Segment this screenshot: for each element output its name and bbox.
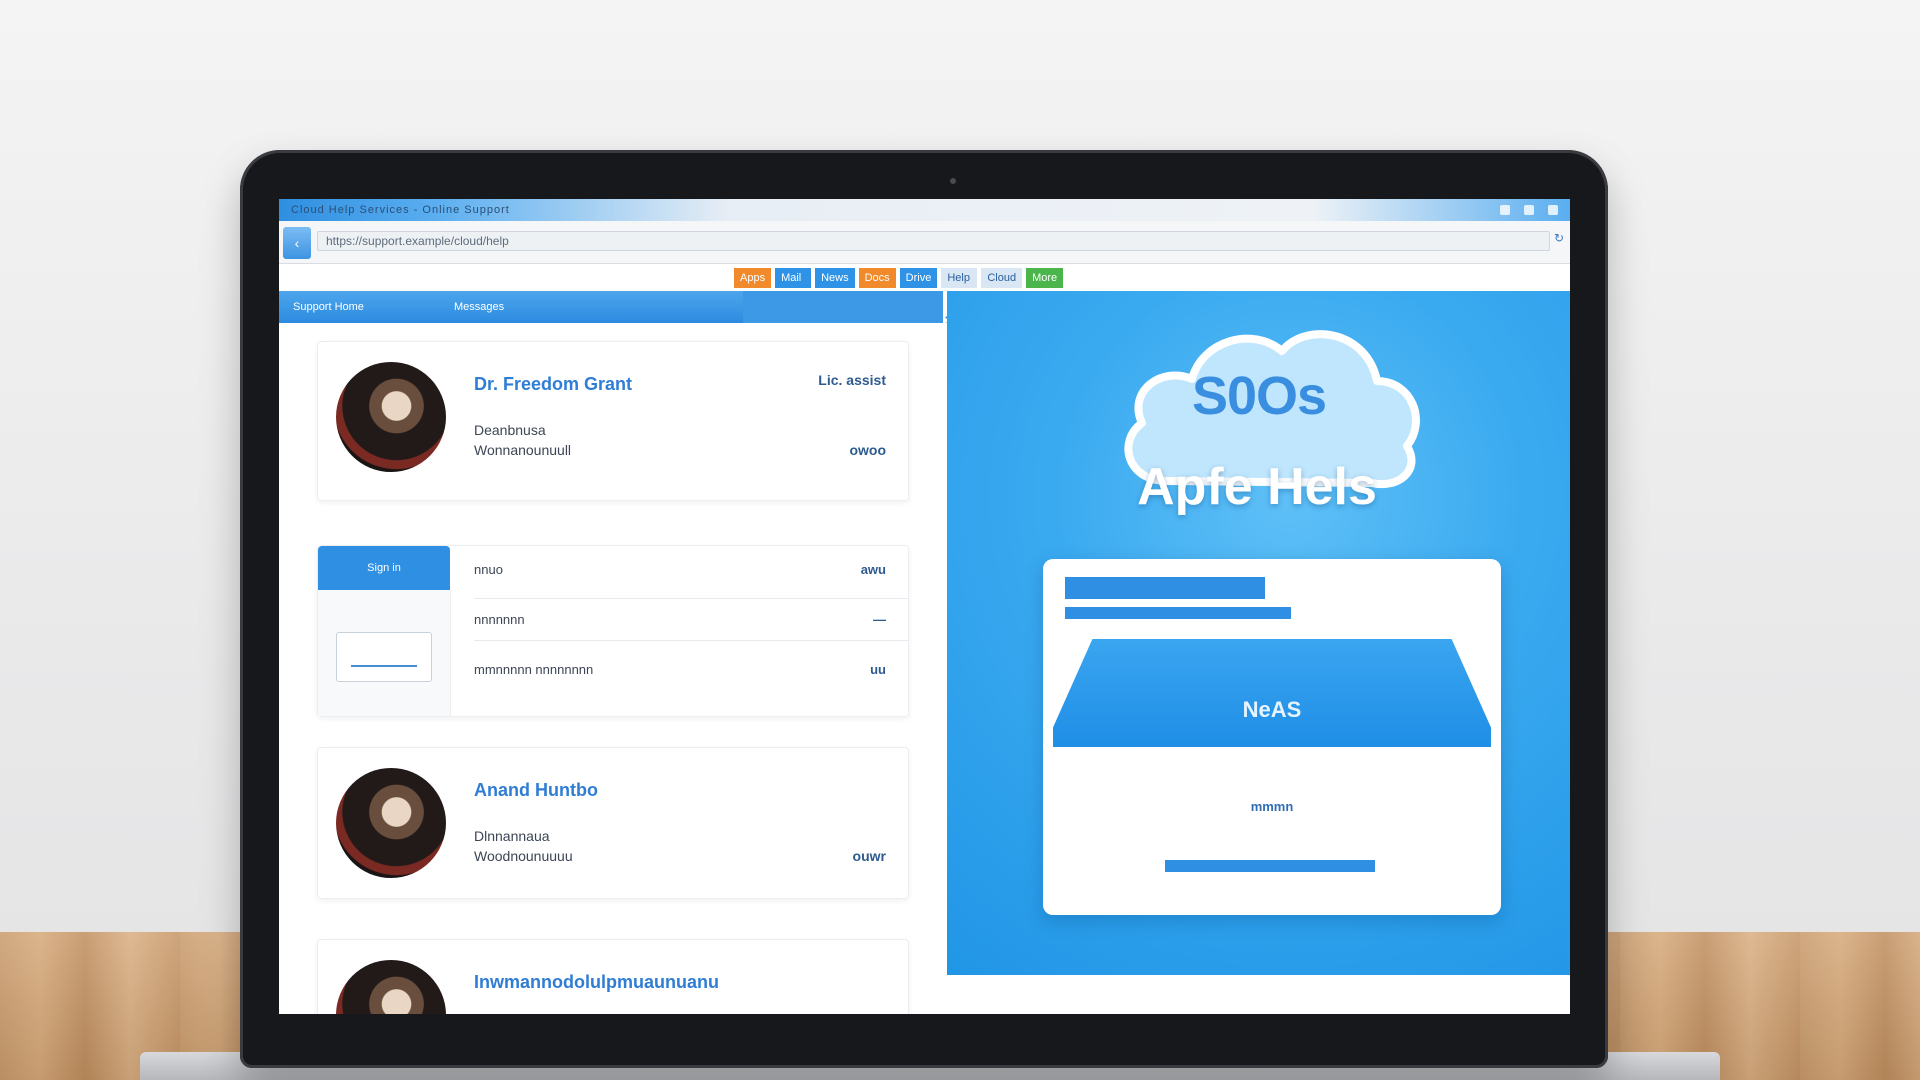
bookmarks-bar: Apps Mail News Docs Drive Help Cloud Mor… (734, 267, 1570, 289)
form-row-value: uu (870, 662, 886, 677)
minimize-icon[interactable] (1500, 205, 1510, 215)
bookmark-item[interactable]: More (1026, 268, 1064, 288)
window-title: Cloud Help Services - Online Support (291, 204, 510, 216)
tab-messages[interactable]: Messages (454, 301, 504, 313)
contact-meta: Lic. assist (818, 372, 886, 388)
hero-panel: S0Os Apfe Hels NeAS mmmn onoooo (947, 291, 1570, 975)
bookmark-item[interactable]: Drive (899, 268, 938, 288)
bookmark-item[interactable]: News (815, 268, 855, 288)
bookmark-item[interactable]: Docs (858, 268, 896, 288)
hero-subtitle: Apfe Hels (1137, 458, 1377, 516)
arrow-left-icon: ‹ (294, 235, 300, 251)
bookmark-item[interactable]: Cloud (981, 268, 1023, 288)
avatar (336, 768, 446, 878)
avatar (336, 960, 446, 1014)
form-row-label: nnnnnnn (474, 612, 525, 627)
form-row: mmnnnnn nnnnnnnn uu (474, 662, 886, 677)
tabbar-extension (743, 291, 943, 323)
login-box: NeAS mmmn (1043, 559, 1501, 915)
login-label: mmmn (1250, 799, 1294, 814)
section-tabbar: Support Home Messages (279, 291, 743, 323)
address-bar[interactable]: https://support.example/cloud/help (317, 231, 1550, 251)
maximize-icon[interactable] (1524, 205, 1534, 215)
browser-toolbar: ‹ https://support.example/cloud/help ↻ (279, 221, 1570, 264)
contact-detail: Dlnnannaua (474, 828, 550, 844)
close-icon[interactable] (1548, 205, 1558, 215)
camera-icon (950, 178, 956, 184)
hero-title: S0Os (1191, 366, 1327, 426)
password-field[interactable] (1065, 607, 1291, 619)
list-item[interactable]: Dr. Freedom Grant Lic. assist Deanbnusa … (317, 341, 909, 501)
form-row: nnuo awu (474, 562, 886, 577)
username-field[interactable] (1065, 577, 1265, 599)
form-row-label: mmnnnnn nnnnnnnn (474, 662, 594, 677)
tab-support-home[interactable]: Support Home (293, 301, 364, 313)
contact-detail: Woodnounuuuu (474, 848, 573, 864)
contact-value: ouwr (852, 848, 886, 864)
contact-value: owoo (849, 442, 886, 458)
list-item[interactable]: Inwmannodolulpmuaunuanu (317, 939, 909, 1014)
browser-titlebar: Cloud Help Services - Online Support (279, 199, 1570, 221)
form-header: Sign in (318, 546, 450, 590)
contact-detail: Wonnanounuull (474, 442, 572, 458)
text-input[interactable] (336, 632, 432, 682)
form-row-value: — (873, 612, 886, 627)
submit-button[interactable]: NeAS (1053, 639, 1491, 747)
hero-tag: onoooo (1292, 557, 1361, 576)
hero-footer-strip (947, 975, 1570, 1014)
contact-name[interactable]: Dr. Freedom Grant (474, 374, 632, 395)
contact-name[interactable]: Anand Huntbo (474, 780, 598, 801)
form-row-label: nnuo (474, 562, 503, 577)
form-row: nnnnnnn — (474, 612, 886, 627)
confirm-button[interactable] (1165, 860, 1375, 872)
bookmark-item[interactable]: Help (941, 268, 978, 288)
bookmark-item[interactable]: Mail (775, 268, 812, 288)
divider (474, 598, 908, 599)
bookmark-item[interactable]: Apps (734, 268, 772, 288)
contact-list-panel: Dr. Freedom Grant Lic. assist Deanbnusa … (279, 323, 947, 1014)
form-row-value: awu (860, 562, 886, 577)
refresh-icon[interactable]: ↻ (1552, 231, 1566, 245)
laptop-screen: Cloud Help Services - Online Support ‹ h… (279, 199, 1570, 1014)
avatar (336, 362, 446, 472)
divider (474, 640, 908, 641)
contact-detail: Deanbnusa (474, 422, 546, 438)
contact-name[interactable]: Inwmannodolulpmuaunuanu (474, 972, 719, 993)
form-card: Sign in nnuo awu nnnnnnn — mmnnnnn nnnnn… (317, 545, 909, 717)
back-button[interactable]: ‹ (283, 227, 311, 259)
list-item[interactable]: Anand Huntbo Dlnnannaua Woodnounuuuu ouw… (317, 747, 909, 899)
